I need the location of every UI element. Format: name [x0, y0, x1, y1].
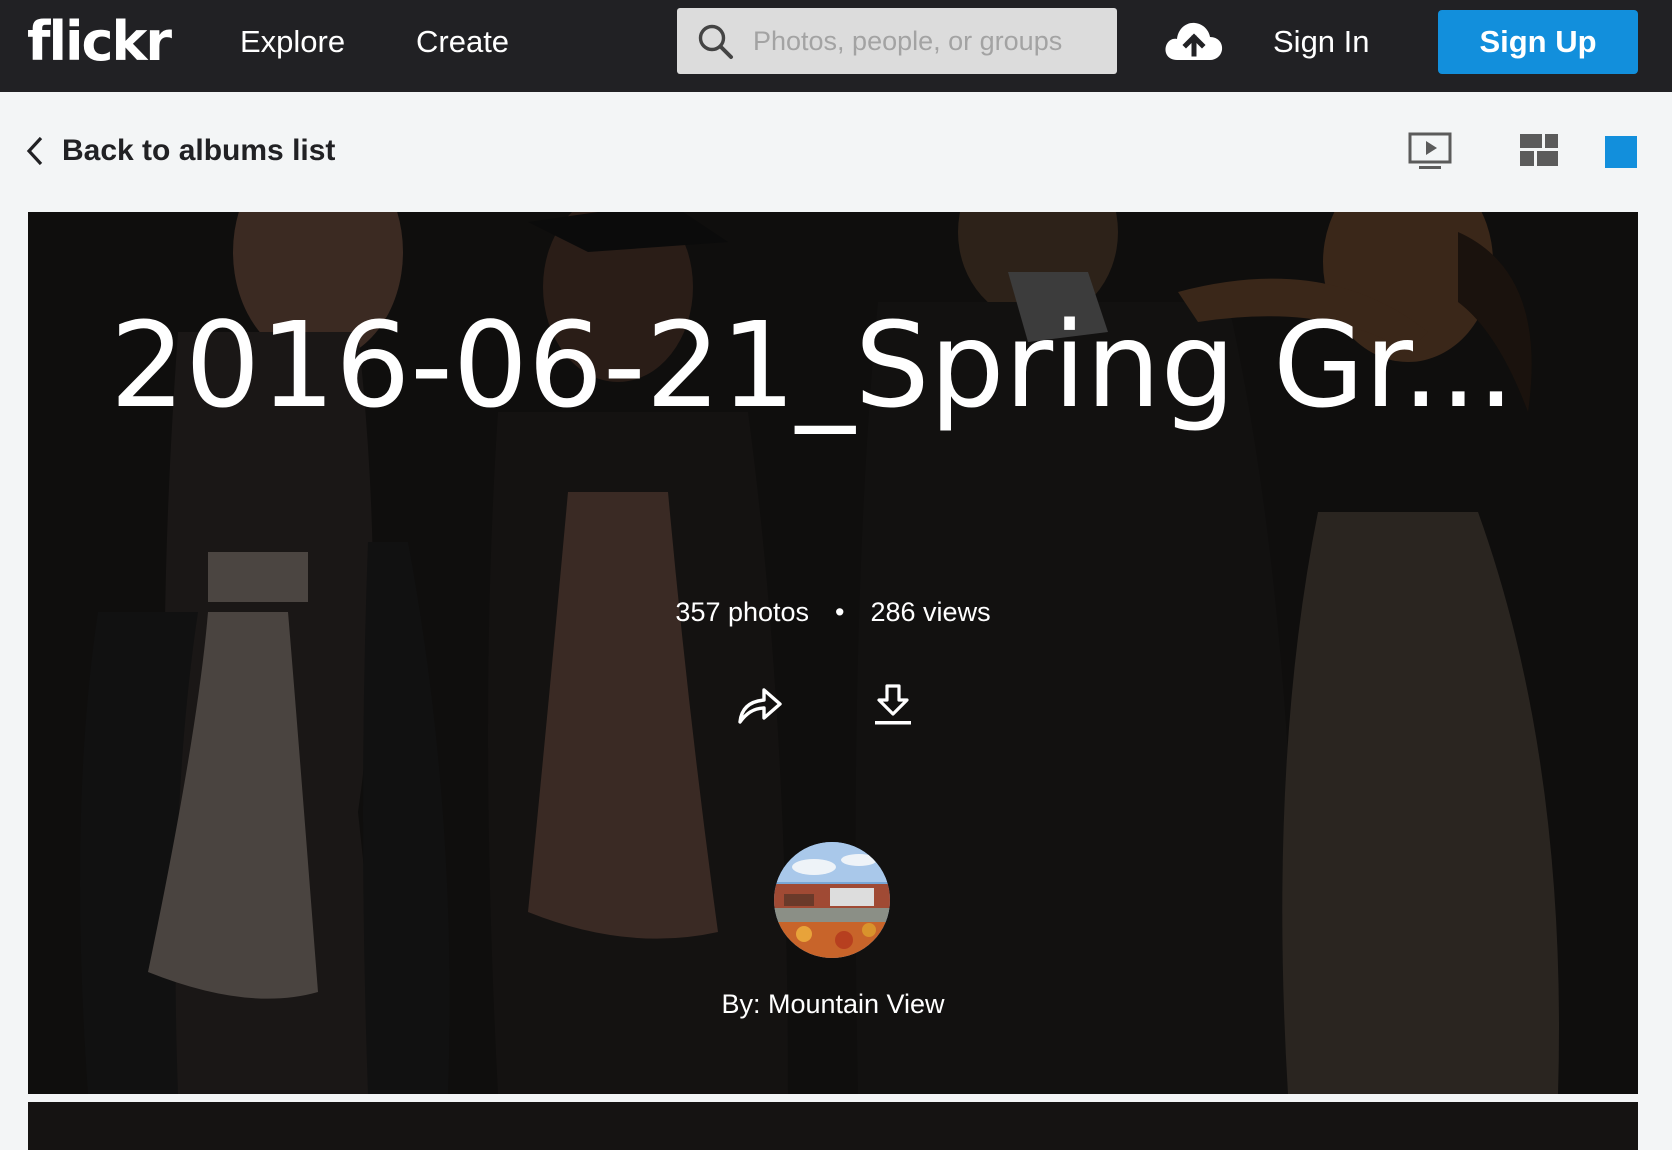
next-photo-strip [28, 1102, 1638, 1150]
grid-view-icon[interactable] [1520, 132, 1558, 168]
album-title: 2016-06-21_Spring Gr... [110, 296, 1515, 434]
search-input[interactable] [753, 18, 1103, 64]
sign-in-link[interactable]: Sign In [1273, 24, 1370, 60]
view-count: 286 views [870, 597, 991, 627]
sign-up-button[interactable]: Sign Up [1438, 10, 1638, 74]
photo-count: 357 photos [675, 597, 810, 627]
album-stats: 357 photos • 286 views [28, 596, 1638, 628]
stats-separator: • [835, 597, 845, 627]
chevron-left-icon [26, 136, 43, 166]
search-icon[interactable] [697, 23, 735, 61]
top-navigation-bar: flickr Explore Create Sign In Sign Up [0, 0, 1672, 92]
slideshow-icon[interactable] [1408, 132, 1452, 172]
flickr-logo[interactable]: flickr [27, 12, 172, 72]
search-box [677, 8, 1117, 74]
album-cover: 2016-06-21_Spring Gr... 357 photos • 286 v… [28, 212, 1638, 1094]
nav-explore[interactable]: Explore [240, 24, 345, 60]
back-label: Back to albums list [62, 134, 336, 167]
owner-avatar[interactable] [774, 842, 890, 958]
download-icon[interactable] [873, 684, 913, 726]
single-view-icon[interactable] [1605, 136, 1637, 168]
back-to-albums-link[interactable]: Back to albums list [26, 131, 335, 171]
cloud-upload-icon[interactable] [1163, 18, 1225, 64]
nav-create[interactable]: Create [416, 24, 509, 60]
share-icon[interactable] [736, 684, 784, 726]
album-owner[interactable]: By: Mountain View [28, 988, 1638, 1020]
